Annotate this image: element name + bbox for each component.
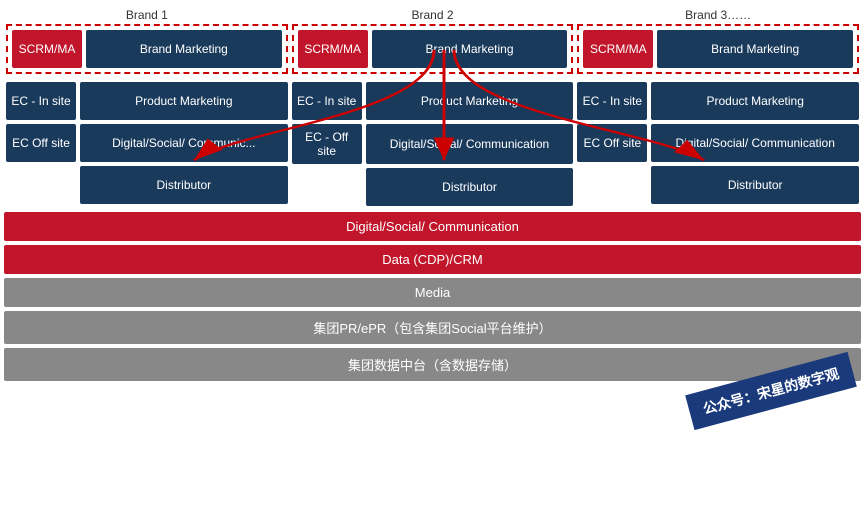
brand-1-distributor: Distributor [80, 166, 288, 204]
brand-3-label: Brand 3…… [577, 8, 859, 22]
brand-3-scrm: SCRM/MA [583, 30, 653, 68]
brand-2-label: Brand 2 [292, 8, 574, 22]
brand-2-product-marketing: Product Marketing [366, 82, 574, 120]
bar-digital-social: Digital/Social/ Communication [4, 212, 861, 241]
brand-2-digital-social: Digital/Social/ Communication [366, 124, 574, 164]
brand-1-dashed-box: SCRM/MA Brand Marketing [6, 24, 288, 74]
brand-3-ec-insite: EC - In site [577, 82, 647, 120]
brand-3-distributor: Distributor [651, 166, 859, 204]
brand-3-digital-social: Digital/Social/ Communication [651, 124, 859, 162]
brand-3-product-marketing: Product Marketing [651, 82, 859, 120]
brand-2-scrm: SCRM/MA [298, 30, 368, 68]
brand-1-ec-offsite: EC Off site [6, 124, 76, 162]
brand-3-brand-marketing: Brand Marketing [657, 30, 853, 68]
bottom-bars: Digital/Social/ Communication Data (CDP)… [4, 212, 861, 381]
brand-3-ec-offsite: EC Off site [577, 124, 647, 162]
bar-data-cdp-crm: Data (CDP)/CRM [4, 245, 861, 274]
brand-3-dashed-box: SCRM/MA Brand Marketing [577, 24, 859, 74]
brand-2-dashed-box: SCRM/MA Brand Marketing [292, 24, 574, 74]
brand-1-label: Brand 1 [6, 8, 288, 22]
brand-1-digital-social: Digital/Social/ Communic... [80, 124, 288, 162]
bar-media: Media [4, 278, 861, 307]
brand-1-brand-marketing: Brand Marketing [86, 30, 282, 68]
brand-2-distributor: Distributor [366, 168, 574, 206]
brand-1-group: Brand 1 SCRM/MA Brand Marketing EC - In … [4, 8, 290, 206]
bar-pr-epr: 集团PR/ePR（包含集团Social平台维护） [4, 311, 861, 344]
brand-2-ec-offsite: EC - Off site [292, 124, 362, 164]
brand-1-ec-insite: EC - In site [6, 82, 76, 120]
brand-2-brand-marketing: Brand Marketing [372, 30, 568, 68]
bar-data-hub: 集团数据中台（含数据存储） [4, 348, 861, 381]
brand-1-scrm: SCRM/MA [12, 30, 82, 68]
brand-2-group: Brand 2 SCRM/MA Brand Marketing EC - In … [290, 8, 576, 206]
brand-1-product-marketing: Product Marketing [80, 82, 288, 120]
brand-2-ec-insite: EC - In site [292, 82, 362, 120]
brand-3-group: Brand 3…… SCRM/MA Brand Marketing EC - I… [575, 8, 861, 206]
